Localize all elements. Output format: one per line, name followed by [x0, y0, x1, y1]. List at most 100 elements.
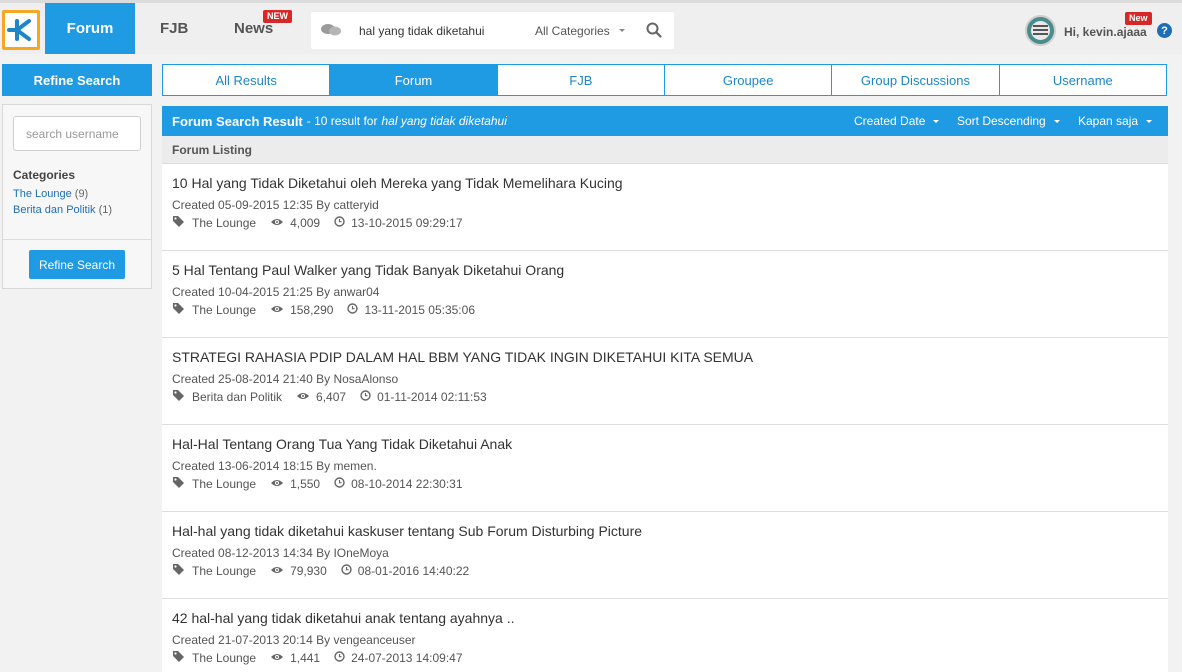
nav-fjb[interactable]: FJB [160, 3, 188, 54]
result-forum[interactable]: Berita dan Politik [192, 390, 282, 404]
result-meta: Berita dan Politik 6,407 01-11-2014 02:11:… [172, 389, 501, 404]
nav-forum[interactable]: Forum [45, 3, 135, 54]
results-title: Forum Search Result [172, 113, 303, 129]
username-search-input[interactable] [13, 116, 141, 151]
result-title-link[interactable]: 42 hal-hal yang tidak diketahui anak ten… [172, 610, 514, 626]
eye-icon [296, 390, 310, 404]
category-count: (1) [98, 204, 113, 216]
forum-listing-label: Forum Listing [162, 136, 1168, 164]
divider [3, 239, 151, 240]
refine-search-header: Refine Search [2, 64, 152, 96]
result-last-post: 08-10-2014 22:30:31 [351, 476, 463, 491]
result-meta: The Lounge 79,930 08-01-2016 14:40:22 [172, 563, 483, 578]
result-last-post: 01-11-2014 02:11:53 [377, 389, 487, 404]
sort-field-label: Created Date [854, 114, 926, 128]
clock-icon [347, 302, 359, 317]
tab-all-results[interactable]: All Results [163, 65, 331, 95]
result-last-post: 13-11-2015 05:35:06 [364, 302, 475, 317]
news-new-badge: NEW [263, 10, 292, 23]
result-row: 42 hal-hal yang tidak diketahui anak ten… [162, 599, 1168, 672]
clock-icon [334, 476, 345, 491]
tab-group-discussions[interactable]: Group Discussions [832, 65, 1000, 95]
categories-title: Categories [13, 168, 76, 182]
avatar[interactable] [1025, 15, 1056, 46]
top-navbar: Forum FJB News NEW All Categories Hi, ke… [0, 0, 1182, 54]
result-title-link[interactable]: 5 Hal Tentang Paul Walker yang Tidak Ban… [172, 262, 564, 278]
result-meta: The Lounge 1,550 08-10-2014 22:30:31 [172, 476, 477, 491]
tag-icon [172, 650, 186, 665]
result-forum[interactable]: The Lounge [192, 477, 256, 491]
category-dropdown-label: All Categories [535, 23, 610, 38]
results-list: 10 Hal yang Tidak Diketahui oleh Mereka … [162, 164, 1168, 672]
tag-icon [172, 302, 186, 317]
eye-icon [270, 303, 284, 317]
eye-icon [270, 216, 284, 230]
kaskus-logo-icon[interactable] [2, 10, 40, 50]
chevron-down-icon [933, 119, 940, 123]
tab-fjb[interactable]: FJB [498, 65, 665, 95]
result-forum[interactable]: The Lounge [192, 216, 256, 230]
search-input[interactable] [359, 12, 529, 49]
result-row: Hal-Hal Tentang Orang Tua Yang Tidak Dik… [162, 425, 1168, 512]
result-title-link[interactable]: STRATEGI RAHASIA PDIP DALAM HAL BBM YANG… [172, 349, 753, 365]
result-views: 79,930 [290, 563, 327, 578]
result-forum[interactable]: The Lounge [192, 564, 256, 578]
result-created: Created 13-06-2014 18:15 By memen. [172, 459, 377, 473]
result-row: 5 Hal Tentang Paul Walker yang Tidak Ban… [162, 251, 1168, 338]
search-bar: All Categories [311, 12, 674, 49]
clock-icon [360, 389, 371, 404]
result-row: Hal-hal yang tidak diketahui kaskuser te… [162, 512, 1168, 599]
result-meta: The Lounge 1,441 24-07-2013 14:09:47 [172, 650, 477, 665]
chevron-down-icon [1053, 119, 1060, 123]
result-row: STRATEGI RAHASIA PDIP DALAM HAL BBM YANG… [162, 338, 1168, 425]
category-item-berita-dan-politik[interactable]: Berita dan Politik (1) [13, 204, 112, 216]
result-created: Created 10-04-2015 21:25 By anwar04 [172, 285, 380, 299]
result-forum[interactable]: The Lounge [192, 651, 256, 665]
tab-groupee[interactable]: Groupee [665, 65, 833, 95]
user-new-badge: New [1125, 12, 1152, 25]
refine-sidebar: Categories The Lounge (9) Berita dan Pol… [2, 104, 152, 289]
time-filter-dropdown[interactable]: Kapan saja [1078, 106, 1153, 136]
tab-forum[interactable]: Forum [330, 65, 498, 95]
results-summary: - 10 result for [306, 114, 378, 128]
sort-order-dropdown[interactable]: Sort Descending [957, 106, 1060, 136]
help-icon[interactable]: ? [1157, 23, 1172, 38]
result-views: 1,441 [290, 650, 321, 665]
result-forum[interactable]: The Lounge [192, 303, 256, 317]
result-views: 4,009 [290, 215, 321, 230]
search-icon[interactable] [646, 22, 662, 43]
chevron-down-icon [1146, 119, 1153, 123]
tag-icon [172, 476, 186, 491]
results-header: Forum Search Result - 10 result for hal … [162, 106, 1168, 136]
tab-username[interactable]: Username [1000, 65, 1166, 95]
eye-icon [270, 564, 284, 578]
category-item-the-lounge[interactable]: The Lounge (9) [13, 188, 88, 200]
eye-icon [270, 651, 284, 665]
result-last-post: 24-07-2013 14:09:47 [351, 650, 463, 665]
time-filter-label: Kapan saja [1078, 114, 1139, 128]
clock-icon [341, 563, 352, 578]
clock-icon [334, 215, 345, 230]
chevron-down-icon [618, 29, 625, 32]
result-views: 1,550 [290, 476, 321, 491]
result-last-post: 13-10-2015 09:29:17 [351, 215, 463, 230]
tag-icon [172, 563, 186, 578]
category-dropdown[interactable]: All Categories [535, 12, 625, 49]
result-tabs: All Results Forum FJB Groupee Group Disc… [162, 64, 1167, 96]
category-name[interactable]: The Lounge [13, 188, 72, 200]
result-title-link[interactable]: 10 Hal yang Tidak Diketahui oleh Mereka … [172, 175, 623, 191]
result-row: 10 Hal yang Tidak Diketahui oleh Mereka … [162, 164, 1168, 251]
result-created: Created 05-09-2015 12:35 By catteryid [172, 198, 379, 212]
refine-search-button[interactable]: Refine Search [29, 250, 125, 279]
result-created: Created 08-12-2013 14:34 By IOneMoya [172, 546, 389, 560]
category-count: (9) [74, 188, 89, 200]
result-title-link[interactable]: Hal-hal yang tidak diketahui kaskuser te… [172, 523, 642, 539]
sort-field-dropdown[interactable]: Created Date [854, 106, 940, 136]
result-created: Created 25-08-2014 21:40 By NosaAlonso [172, 372, 399, 386]
clock-icon [334, 650, 345, 665]
result-meta: The Lounge 4,009 13-10-2015 09:29:17 [172, 215, 477, 230]
user-greeting[interactable]: Hi, kevin.ajaaa [1064, 25, 1147, 39]
result-title-link[interactable]: Hal-Hal Tentang Orang Tua Yang Tidak Dik… [172, 436, 512, 452]
sort-order-label: Sort Descending [957, 114, 1046, 128]
category-name[interactable]: Berita dan Politik [13, 204, 96, 216]
